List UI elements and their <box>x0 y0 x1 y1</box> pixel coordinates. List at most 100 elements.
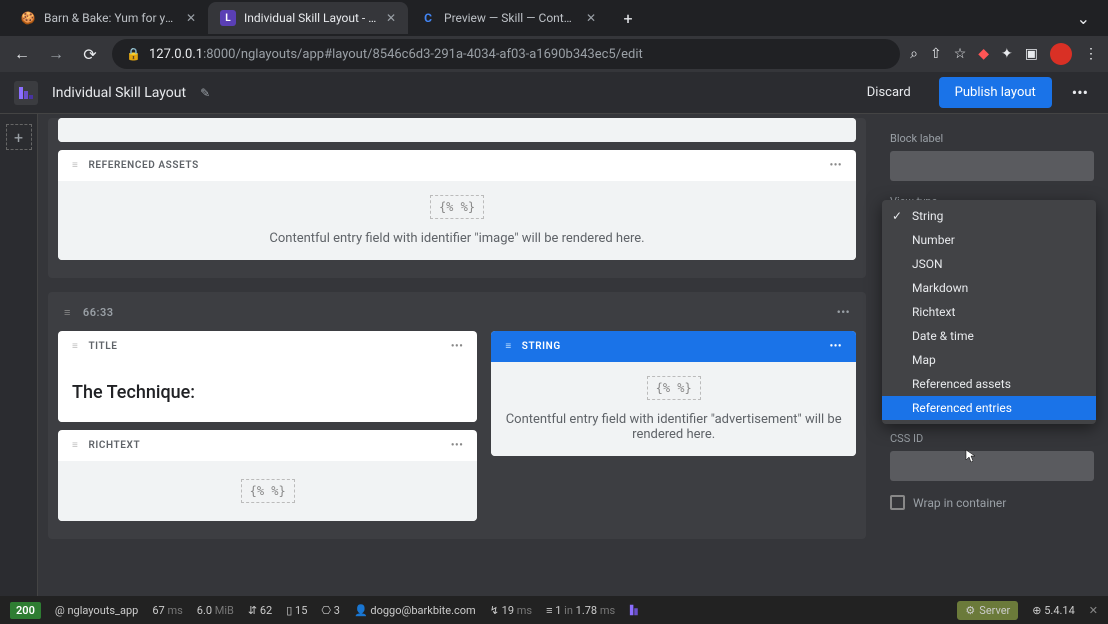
forward-button[interactable]: → <box>44 42 68 66</box>
layouts-icon[interactable] <box>629 603 643 617</box>
star-icon[interactable]: ☆ <box>954 46 967 62</box>
twig-placeholder-icon: {% %} <box>241 479 295 503</box>
checkbox-label: Wrap in container <box>913 496 1006 510</box>
block-body: {% %} Contentful entry field with identi… <box>58 181 856 260</box>
tab-favicon: C <box>420 10 436 26</box>
extensions-icon[interactable]: ✦ <box>1001 46 1013 62</box>
tab-favicon: L <box>220 10 236 26</box>
canvas[interactable]: ≡ REFERENCED ASSETS ••• {% %} Contentful… <box>38 114 876 596</box>
dropdown-option[interactable]: Map <box>882 348 1096 372</box>
route-name[interactable]: @ nglayouts_app <box>55 604 138 617</box>
reload-button[interactable]: ⟳ <box>78 42 102 66</box>
app-logo[interactable] <box>14 81 38 105</box>
block-label: STRING <box>522 341 561 352</box>
ajax-metric[interactable]: ↯ 19 ms <box>490 604 532 617</box>
time-metric[interactable]: 67 ms <box>152 604 182 617</box>
dropdown-option[interactable]: String <box>882 204 1096 228</box>
discard-button[interactable]: Discard <box>853 77 925 108</box>
http-status[interactable]: 200 <box>10 602 41 619</box>
panel-icon[interactable]: ▣ <box>1025 46 1038 62</box>
new-tab-button[interactable]: + <box>614 4 642 32</box>
tab-title: Barn & Bake: Yum for your Pup <box>44 11 178 25</box>
drag-handle-icon[interactable]: ≡ <box>64 306 71 319</box>
checkbox[interactable] <box>890 495 905 510</box>
view-type-dropdown[interactable]: String Number JSON Markdown Richtext Dat… <box>882 200 1096 424</box>
close-icon[interactable]: ✕ <box>186 11 196 25</box>
dropdown-option[interactable]: Number <box>882 228 1096 252</box>
block-label: REFERENCED ASSETS <box>88 160 198 171</box>
more-icon[interactable]: ••• <box>451 440 463 451</box>
block-header[interactable]: ≡ RICHTEXT ••• <box>58 430 477 461</box>
sidebar: Block label View type CSS ID Wrap in con… <box>876 114 1108 596</box>
cache-metric[interactable]: ▯ 15 <box>286 604 307 617</box>
twig-placeholder-icon: {% %} <box>647 376 701 400</box>
close-icon[interactable]: ✕ <box>586 11 596 25</box>
query-metric[interactable]: ≡ 1 in 1.78 ms <box>546 604 615 617</box>
block-label: TITLE <box>88 341 117 352</box>
dropdown-option[interactable]: JSON <box>882 252 1096 276</box>
block-body: {% %} Contentful entry field with identi… <box>491 362 856 456</box>
browser-tab[interactable]: C Preview — Skill — Content Mod ✕ <box>408 2 608 34</box>
address-bar: ← → ⟳ 🔒 127.0.0.1:8000/nglayouts/app#lay… <box>0 36 1108 72</box>
chevron-down-icon[interactable]: ⌄ <box>1067 9 1100 28</box>
twig-placeholder-icon: {% %} <box>430 195 484 219</box>
symfony-version[interactable]: ⊕ 5.4.14 <box>1032 604 1074 617</box>
flame-icon[interactable]: ◆ <box>978 46 989 62</box>
drag-handle-icon[interactable]: ≡ <box>72 341 78 352</box>
dropdown-option[interactable]: Referenced assets <box>882 372 1096 396</box>
twig-metric[interactable]: ⎔ 3 <box>321 604 340 617</box>
tab-title: Individual Skill Layout - Netge <box>244 11 378 25</box>
app-header: Individual Skill Layout ✎ Discard Publis… <box>0 72 1108 114</box>
block-header[interactable]: ≡ REFERENCED ASSETS ••• <box>58 150 856 181</box>
publish-button[interactable]: Publish layout <box>939 77 1052 108</box>
pencil-icon[interactable]: ✎ <box>200 86 210 100</box>
drag-handle-icon[interactable]: ≡ <box>72 440 78 451</box>
menu-icon[interactable]: ⋮ <box>1084 46 1098 62</box>
more-icon[interactable]: ••• <box>830 160 842 171</box>
placeholder-text: Contentful entry field with identifier "… <box>505 412 842 442</box>
dropdown-option[interactable]: Markdown <box>882 276 1096 300</box>
server-badge[interactable]: ⚙ Server <box>957 601 1018 620</box>
url-input[interactable]: 🔒 127.0.0.1:8000/nglayouts/app#layout/85… <box>112 39 900 69</box>
add-block-button[interactable]: + <box>6 124 32 150</box>
wrap-checkbox-row[interactable]: Wrap in container <box>890 495 1094 510</box>
more-icon[interactable]: ••• <box>451 341 463 352</box>
page-title: Individual Skill Layout <box>52 85 186 101</box>
search-icon[interactable]: ⌕ <box>910 46 918 62</box>
tab-title: Preview — Skill — Content Mod <box>444 11 578 25</box>
block-body: The Technique: <box>58 362 477 422</box>
memory-metric[interactable]: 6.0 MiB <box>197 604 234 617</box>
block-header-selected[interactable]: ≡ STRING ••• <box>491 331 856 362</box>
dropdown-option-highlighted[interactable]: Referenced entries <box>882 396 1096 420</box>
block-header[interactable]: ≡ TITLE ••• <box>58 331 477 362</box>
close-icon[interactable]: ✕ <box>1089 604 1098 617</box>
db-metric[interactable]: ⇵ 62 <box>248 604 272 617</box>
dropdown-option[interactable]: Date & time <box>882 324 1096 348</box>
tab-favicon: 🍪 <box>20 10 36 26</box>
more-icon[interactable]: ••• <box>830 341 842 352</box>
field-label: Block label <box>890 132 1094 145</box>
profile-avatar[interactable] <box>1050 43 1072 65</box>
zone-label: 66:33 <box>83 306 114 319</box>
left-rail: + <box>0 114 38 596</box>
dropdown-option[interactable]: Richtext <box>882 300 1096 324</box>
browser-tab-active[interactable]: L Individual Skill Layout - Netge ✕ <box>208 2 408 34</box>
close-icon[interactable]: ✕ <box>386 11 396 25</box>
zone-header[interactable]: ≡ 66:33 ••• <box>58 302 856 323</box>
block-label-input[interactable] <box>890 151 1094 181</box>
user-info[interactable]: 👤 doggo@barkbite.com <box>354 604 476 617</box>
more-icon[interactable]: ••• <box>837 306 850 319</box>
share-icon[interactable]: ⇧ <box>930 46 942 62</box>
placeholder-text: Contentful entry field with identifier "… <box>269 231 644 246</box>
browser-tab[interactable]: 🍪 Barn & Bake: Yum for your Pup ✕ <box>8 2 208 34</box>
more-icon[interactable]: ••• <box>1066 83 1094 102</box>
browser-tab-bar: 🍪 Barn & Bake: Yum for your Pup ✕ L Indi… <box>0 0 1108 36</box>
back-button[interactable]: ← <box>10 42 34 66</box>
title-text: The Technique: <box>72 382 195 403</box>
debug-bar: 200 @ nglayouts_app 67 ms 6.0 MiB ⇵ 62 ▯… <box>0 596 1108 624</box>
css-id-input[interactable] <box>890 451 1094 481</box>
lock-icon: 🔒 <box>126 47 141 61</box>
drag-handle-icon[interactable]: ≡ <box>72 160 78 171</box>
drag-handle-icon[interactable]: ≡ <box>505 341 511 352</box>
field-label: CSS ID <box>890 432 1094 445</box>
